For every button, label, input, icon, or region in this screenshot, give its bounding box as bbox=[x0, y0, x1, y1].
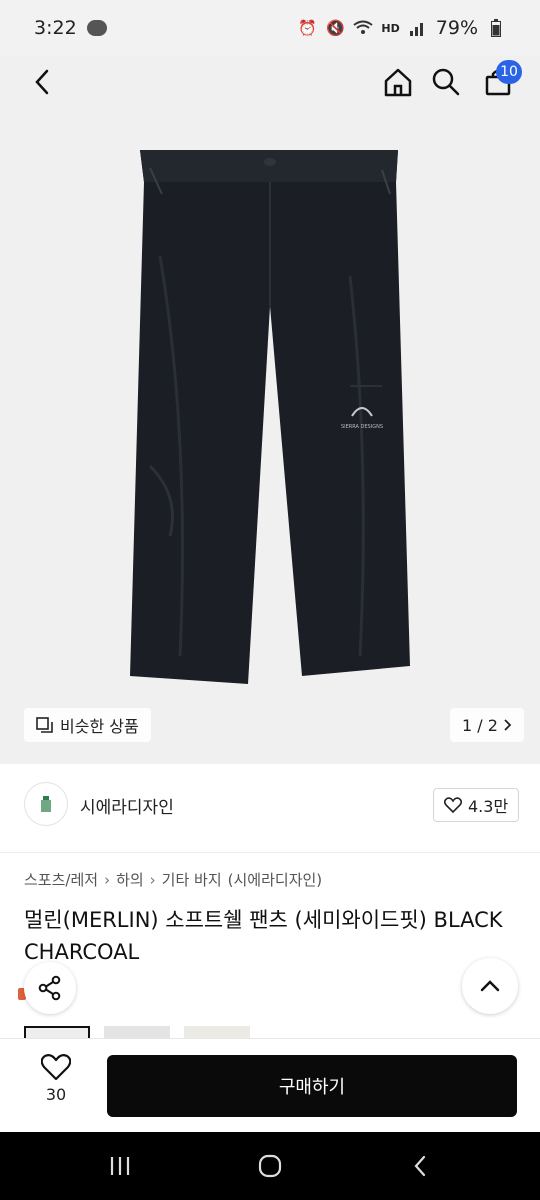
hd-voice-label: HD bbox=[381, 21, 400, 35]
system-navigation-bar bbox=[0, 1132, 540, 1200]
seller-name[interactable]: 시에라디자인 bbox=[80, 793, 174, 818]
share-button[interactable] bbox=[24, 962, 76, 1014]
favorite-store-button[interactable]: 4.3만 bbox=[433, 788, 520, 822]
mute-icon: 🔇 bbox=[326, 19, 345, 37]
breadcrumb-separator-icon: › bbox=[104, 870, 111, 889]
talk-notification-icon bbox=[86, 20, 107, 36]
section-divider bbox=[0, 852, 540, 853]
home-circle-icon bbox=[258, 1154, 282, 1178]
breadcrumb: 스포츠/레저 › 하의 › 기타 바지 (시에라디자인) bbox=[24, 869, 322, 890]
brand-logo-text: SIERRA DESIGNS bbox=[341, 424, 383, 430]
heart-icon bbox=[41, 1054, 71, 1081]
breadcrumb-separator-icon: › bbox=[149, 870, 156, 889]
system-home-button[interactable] bbox=[250, 1150, 290, 1182]
chevron-left-icon bbox=[414, 1155, 426, 1177]
chevron-left-icon bbox=[35, 69, 49, 95]
image-pager[interactable]: 1 / 2 bbox=[450, 708, 524, 742]
chevron-right-icon bbox=[504, 719, 512, 731]
recent-apps-icon bbox=[110, 1157, 130, 1175]
breadcrumb-item-category[interactable]: 스포츠/레저 bbox=[24, 869, 98, 890]
like-button[interactable]: 30 bbox=[26, 1053, 86, 1117]
top-app-bar: 10 bbox=[0, 56, 540, 108]
system-back-button[interactable] bbox=[400, 1150, 440, 1182]
breadcrumb-item-subcategory[interactable]: 하의 bbox=[116, 869, 144, 890]
battery-percent: 79% bbox=[435, 17, 478, 39]
share-icon bbox=[38, 975, 61, 1001]
chevron-up-icon bbox=[480, 980, 500, 992]
recent-apps-button[interactable] bbox=[100, 1150, 140, 1182]
status-bar: 3:22 ⏰ 🔇 HD 79% bbox=[0, 0, 540, 56]
product-image: SIERRA DESIGNS bbox=[130, 150, 410, 684]
color-thumbnail-selected[interactable] bbox=[24, 1026, 90, 1038]
search-icon bbox=[432, 68, 460, 96]
copy-icon bbox=[36, 717, 53, 733]
buy-button[interactable]: 구매하기 bbox=[107, 1055, 517, 1117]
scroll-to-top-button[interactable] bbox=[462, 958, 518, 1014]
wifi-icon bbox=[353, 19, 374, 37]
similar-products-button[interactable]: 비슷한 상품 bbox=[24, 708, 151, 742]
back-button[interactable] bbox=[22, 62, 62, 102]
home-button[interactable] bbox=[378, 62, 418, 102]
color-thumbnail[interactable] bbox=[104, 1026, 170, 1038]
signal-icon bbox=[408, 19, 428, 37]
heart-icon bbox=[444, 797, 462, 813]
battery-icon bbox=[486, 19, 506, 37]
home-icon bbox=[384, 68, 412, 97]
seller-row[interactable]: 시에라디자인 4.3만 bbox=[0, 780, 540, 832]
status-icons: ⏰ 🔇 HD 79% bbox=[297, 17, 506, 39]
color-option-thumbnails bbox=[24, 1026, 250, 1038]
cart-count-badge: 10 bbox=[496, 60, 522, 84]
alarm-icon: ⏰ bbox=[298, 19, 317, 37]
pager-text: 1 / 2 bbox=[462, 715, 498, 735]
brand-logo-icon bbox=[41, 796, 51, 812]
status-time: 3:22 bbox=[34, 17, 77, 39]
breadcrumb-item-type[interactable]: 기타 바지 bbox=[162, 869, 222, 890]
search-button[interactable] bbox=[426, 62, 466, 102]
favorite-count: 4.3만 bbox=[468, 797, 509, 816]
product-title: 멀린(MERLIN) 소프트쉘 팬츠 (세미와이드핏) BLACK CHARCO… bbox=[24, 908, 503, 964]
breadcrumb-item-brand[interactable]: (시에라디자인) bbox=[228, 869, 323, 890]
like-count: 30 bbox=[45, 1085, 67, 1104]
bottom-action-bar: 30 구매하기 bbox=[0, 1038, 540, 1132]
product-gallery[interactable]: 10 SIERRA DESIGNS 비슷한 상품 1 / 2 bbox=[0, 56, 540, 764]
similar-products-label: 비슷한 상품 bbox=[60, 717, 139, 736]
color-thumbnail[interactable] bbox=[184, 1026, 250, 1038]
seller-avatar[interactable] bbox=[24, 782, 68, 826]
